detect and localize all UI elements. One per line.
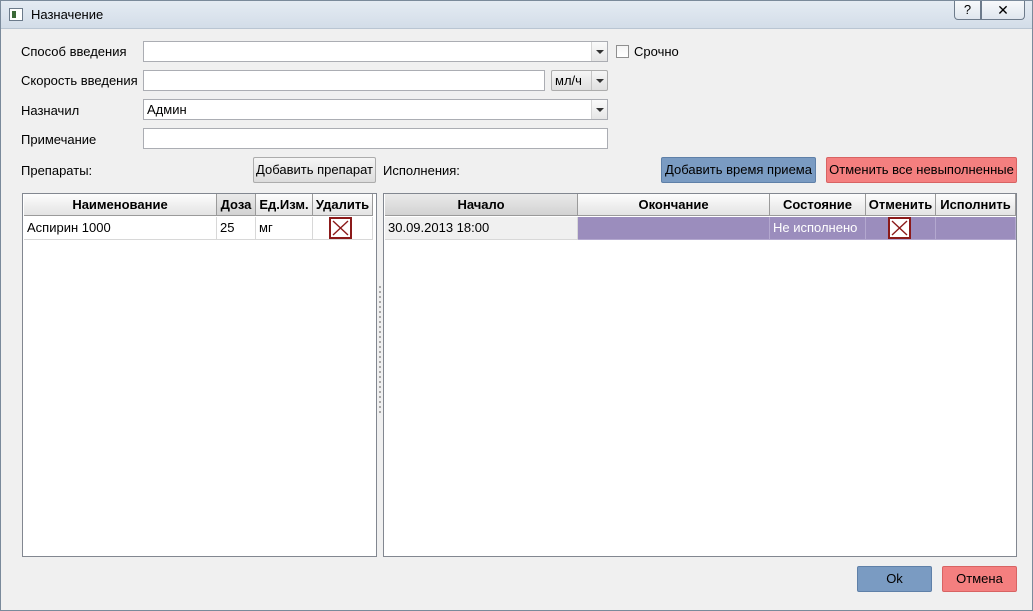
route-combo[interactable] — [143, 41, 608, 62]
urgent-checkbox[interactable] — [616, 45, 629, 58]
splitter-handle[interactable] — [378, 286, 381, 416]
prescriber-combo[interactable]: Админ — [143, 99, 608, 120]
speed-unit-value: мл/ч — [555, 73, 582, 88]
title-bar[interactable]: Назначение ? ✕ — [1, 1, 1032, 29]
speed-label: Скорость введения — [21, 73, 138, 88]
dialog-window: Назначение ? ✕ Способ введения Срочно Ск… — [0, 0, 1033, 611]
execution-end-cell[interactable] — [578, 217, 770, 240]
chevron-down-icon[interactable] — [591, 42, 607, 61]
note-label: Примечание — [21, 132, 97, 147]
chevron-down-icon[interactable] — [591, 71, 607, 90]
cancel-button[interactable]: Отмена — [942, 566, 1017, 592]
urgent-label: Срочно — [634, 44, 679, 59]
column-header-start[interactable]: Начало — [385, 194, 578, 216]
app-icon — [9, 8, 23, 21]
route-label: Способ введения — [21, 44, 127, 59]
executions-grid: Начало Окончание Состояние Отменить Испо… — [383, 193, 1017, 557]
column-header-unit[interactable]: Ед.Изм. — [256, 194, 313, 216]
column-header-state[interactable]: Состояние — [770, 194, 866, 216]
drug-dose-cell[interactable]: 25 — [217, 217, 256, 240]
column-header-cancel[interactable]: Отменить — [866, 194, 936, 216]
drugs-section-label: Препараты: — [21, 163, 93, 178]
add-drug-button[interactable]: Добавить препарат — [253, 157, 376, 183]
chevron-down-icon[interactable] — [591, 100, 607, 119]
close-button[interactable]: ✕ — [981, 1, 1025, 20]
column-header-end[interactable]: Окончание — [578, 194, 770, 216]
drugs-grid: Наименование Доза Ед.Изм. Удалить Аспири… — [22, 193, 377, 557]
drug-delete-cell[interactable] — [313, 217, 373, 240]
prescriber-label: Назначил — [21, 103, 80, 118]
help-button[interactable]: ? — [954, 1, 981, 20]
prescriber-value: Админ — [147, 102, 187, 117]
drug-unit-cell[interactable]: мг — [256, 217, 313, 240]
column-header-name[interactable]: Наименование — [24, 194, 217, 216]
drug-name-cell[interactable]: Аспирин 1000 — [24, 217, 217, 240]
executions-section-label: Исполнения: — [383, 163, 460, 178]
execution-execute-cell[interactable] — [936, 217, 1016, 240]
window-title: Назначение — [31, 7, 104, 22]
add-time-button[interactable]: Добавить время приема — [661, 157, 816, 183]
execution-cancel-cell[interactable] — [866, 217, 936, 240]
execution-start-cell[interactable]: 30.09.2013 18:00 — [385, 217, 578, 240]
speed-unit-combo[interactable]: мл/ч — [551, 70, 608, 91]
column-header-execute[interactable]: Исполнить — [936, 194, 1016, 216]
note-input[interactable] — [143, 128, 608, 149]
speed-input[interactable] — [143, 70, 545, 91]
execution-state-cell[interactable]: Не исполнено — [770, 217, 866, 240]
cancel-x-icon[interactable] — [888, 217, 911, 239]
column-header-dose[interactable]: Доза — [217, 194, 256, 216]
delete-icon[interactable] — [329, 217, 352, 239]
ok-button[interactable]: Ok — [857, 566, 932, 592]
cancel-all-button[interactable]: Отменить все невыполненные — [826, 157, 1017, 183]
column-header-delete[interactable]: Удалить — [313, 194, 373, 216]
